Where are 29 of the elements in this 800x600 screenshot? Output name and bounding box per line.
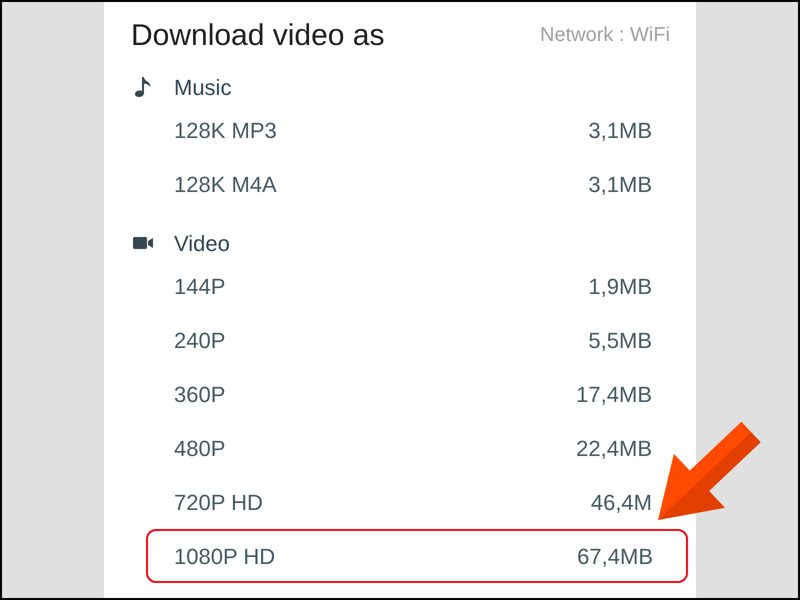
file-size: 22,4MB [576,434,652,462]
video-camera-icon [133,237,153,249]
download-option[interactable]: 128K MP3 3,1MB [146,103,654,157]
quality-label: 1080P HD [174,542,276,570]
quality-label: 128K MP3 [174,116,277,144]
quality-label: 144P [174,272,226,300]
file-size: 5,5MB [588,326,652,354]
file-size: 46,4M [590,488,652,516]
file-size: 67,4MB [577,542,653,570]
download-option[interactable]: 240P 5,5MB [146,313,654,367]
file-size: 17,4MB [576,380,652,408]
quality-label: 480P [174,434,226,462]
music-note-icon [135,77,151,97]
file-size: 3,1MB [588,116,652,144]
section-heading: Video [174,230,230,258]
download-option[interactable]: 144P 1,9MB [146,259,654,313]
download-option[interactable]: 360P 17,4MB [146,367,654,421]
section-heading: Music [174,74,232,102]
quality-label: 128K M4A [174,170,277,198]
file-size: 1,9MB [588,272,652,300]
dialog-title: Download video as [131,18,384,54]
network-status: Network : WiFi [540,23,670,48]
quality-label: 360P [174,380,226,408]
file-size: 3,1MB [588,170,652,198]
download-option[interactable]: 720P HD 46,4M [146,475,654,529]
download-option[interactable]: 480P 22,4MB [146,421,654,475]
download-option[interactable]: 128K M4A 3,1MB [146,157,654,211]
quality-label: 720P HD [174,488,263,516]
quality-label: 240P [174,326,226,354]
